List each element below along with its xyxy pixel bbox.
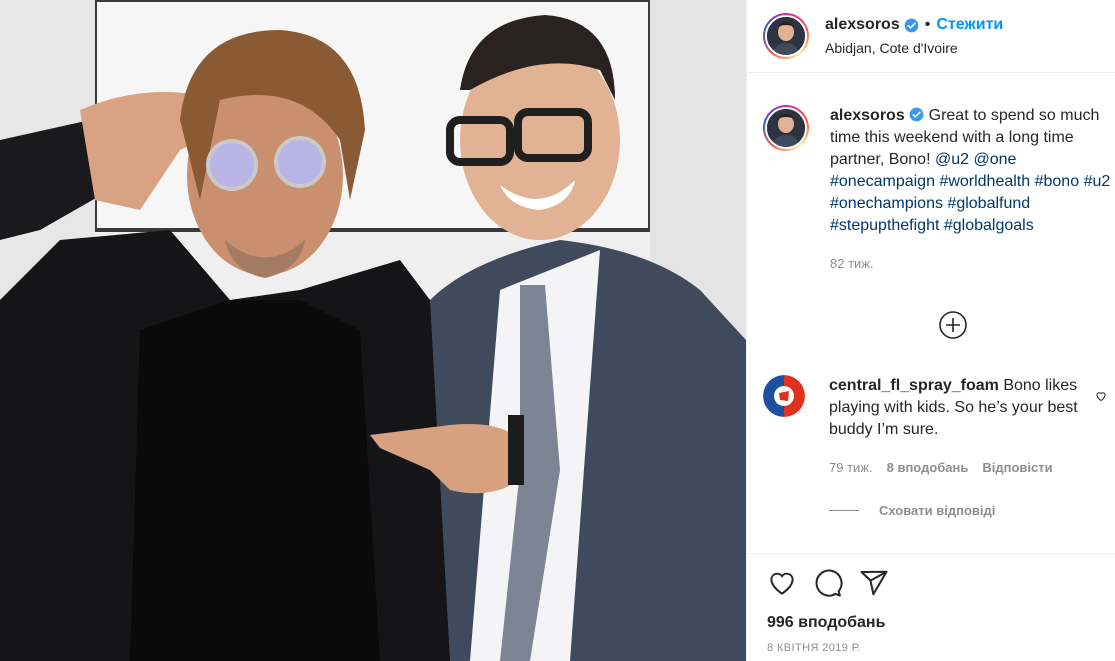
follow-button[interactable]: Стежити: [936, 16, 1003, 34]
post-date[interactable]: 8 КВІТНЯ 2019 Р.: [767, 642, 1115, 654]
photo-illustration: [0, 0, 746, 661]
caption-username[interactable]: alexsoros: [830, 107, 905, 124]
heart-icon[interactable]: [767, 568, 797, 598]
comment-body: central_fl_spray_foam Bono likes playing…: [829, 375, 1111, 479]
caption-body: alexsoros Great to spend so much time th…: [830, 105, 1111, 275]
hashtag-link[interactable]: #bono: [1035, 173, 1080, 190]
commenter-avatar[interactable]: [763, 375, 805, 417]
likes-count[interactable]: 996 вподобань: [767, 614, 1115, 632]
plus-circle-icon[interactable]: [938, 310, 968, 340]
comment-likes[interactable]: 8 вподобань: [887, 457, 969, 479]
action-icons: [767, 568, 1115, 598]
author-avatar[interactable]: [765, 15, 807, 57]
author-username[interactable]: alexsoros: [825, 16, 900, 34]
hashtag-link[interactable]: #globalgoals: [944, 217, 1034, 234]
hide-replies-label: Сховати відповіді: [879, 503, 996, 518]
post-actions: 996 вподобань 8 КВІТНЯ 2019 Р.: [747, 553, 1115, 654]
mention-link[interactable]: @u2: [935, 151, 969, 168]
caption-avatar[interactable]: [765, 107, 807, 149]
location-link[interactable]: Abidjan, Cote d'Ivoire: [825, 40, 1003, 56]
comment-meta: 79 тиж. 8 вподобань Відповісти: [829, 457, 1111, 479]
replies-divider-line: [829, 510, 859, 511]
caption-timestamp[interactable]: 82 тиж.: [830, 253, 1111, 275]
caption: alexsoros Great to spend so much time th…: [763, 105, 1111, 275]
separator-dot: •: [924, 16, 931, 33]
story-ring[interactable]: [763, 13, 809, 59]
post-photo[interactable]: [0, 0, 746, 661]
comment-bubble-icon[interactable]: [813, 568, 843, 598]
reply-button[interactable]: Відповісти: [982, 457, 1052, 479]
comment-text-block: central_fl_spray_foam Bono likes playing…: [829, 375, 1111, 441]
post-side-panel: alexsoros • Стежити Abidjan, Cote d'Ivoi…: [746, 0, 1115, 661]
caption-text-block: alexsoros Great to spend so much time th…: [830, 105, 1111, 237]
comment-timestamp[interactable]: 79 тиж.: [829, 457, 873, 479]
instagram-post: alexsoros • Стежити Abidjan, Cote d'Ivoi…: [0, 0, 1115, 661]
hashtag-link[interactable]: #onecampaign: [830, 173, 935, 190]
hide-replies-button[interactable]: Сховати відповіді: [829, 503, 995, 518]
hashtag-link[interactable]: #stepupthefight: [830, 217, 939, 234]
comment: central_fl_spray_foam Bono likes playing…: [763, 375, 1111, 479]
hashtag-link[interactable]: #onechampions: [830, 195, 943, 212]
paper-plane-icon[interactable]: [859, 568, 889, 598]
hashtag-link[interactable]: #globalfund: [947, 195, 1030, 212]
hashtag-link[interactable]: #u2: [1084, 173, 1111, 190]
comment-heart-icon[interactable]: [1095, 389, 1107, 402]
verified-badge-icon: [904, 18, 919, 33]
header-text: alexsoros • Стежити Abidjan, Cote d'Ivoi…: [825, 16, 1003, 56]
caption-story-ring[interactable]: [763, 105, 809, 151]
username-row: alexsoros • Стежити: [825, 16, 1003, 34]
commenter-username[interactable]: central_fl_spray_foam: [829, 377, 999, 394]
caption-verified-badge-icon: [909, 107, 924, 122]
hashtag-link[interactable]: #worldhealth: [939, 173, 1030, 190]
mention-link[interactable]: @one: [973, 151, 1016, 168]
post-header: alexsoros • Стежити Abidjan, Cote d'Ivoi…: [747, 0, 1115, 73]
